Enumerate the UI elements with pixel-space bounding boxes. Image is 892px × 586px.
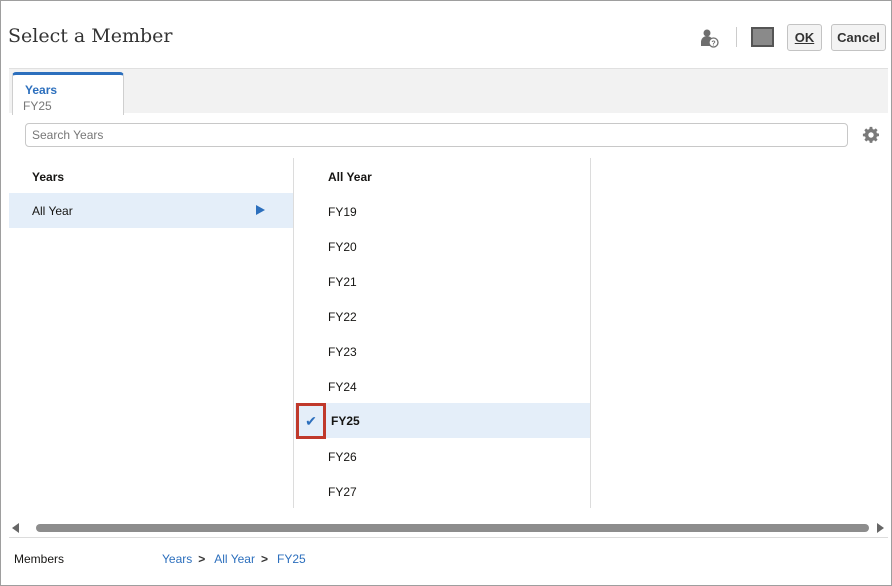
breadcrumb-item-fy25[interactable]: FY25 (277, 552, 306, 566)
list-item[interactable]: FY27 (295, 474, 590, 509)
breadcrumb-separator: > (260, 552, 268, 566)
list-item-label: FY19 (328, 204, 357, 219)
list-item[interactable]: FY19 (295, 194, 590, 229)
footer: Members Years > All Year > FY25 (9, 537, 888, 579)
breadcrumb-item-all-year[interactable]: All Year (214, 552, 255, 566)
column-header: Years (32, 170, 65, 184)
list-item-label: FY24 (328, 379, 357, 394)
list-item[interactable]: FY21 (295, 264, 590, 299)
list-item-label: FY27 (328, 484, 357, 499)
breadcrumb-item-years[interactable]: Years (162, 552, 192, 566)
list-item[interactable]: FY23 (295, 334, 590, 369)
list-item-label: FY26 (328, 449, 357, 464)
ok-button[interactable]: OK (787, 24, 822, 51)
color-swatch-button[interactable] (751, 27, 774, 47)
scroll-left-icon[interactable] (12, 523, 19, 533)
checkmark-icon[interactable]: ✔ (296, 403, 326, 439)
list-item-all-year[interactable]: All Year (9, 193, 293, 228)
list-item[interactable]: FY26 (295, 439, 590, 474)
gear-icon[interactable] (862, 126, 880, 144)
tab-title: Years (25, 83, 58, 97)
user-help-icon[interactable]: ? (699, 28, 719, 48)
members-label: Members (14, 552, 65, 566)
list-item[interactable]: FY24 (295, 369, 590, 404)
select-member-dialog: Select a Member ? OK Cancel Years FY25 Y… (0, 0, 892, 586)
years-column: Years All Year (9, 158, 294, 508)
dialog-title: Select a Member (8, 25, 173, 47)
column-header: All Year (328, 170, 372, 184)
search-input[interactable] (25, 123, 848, 147)
scroll-thumb[interactable] (36, 524, 869, 532)
horizontal-scrollbar[interactable] (9, 521, 888, 535)
scroll-right-icon[interactable] (877, 523, 884, 533)
list-item-label: FY23 (328, 344, 357, 359)
list-item[interactable]: FY20 (295, 229, 590, 264)
list-item[interactable]: FY22 (295, 299, 590, 334)
list-item-label: All Year (32, 203, 73, 218)
tab-years[interactable]: Years FY25 (12, 72, 124, 115)
list-item-label: FY20 (328, 239, 357, 254)
list-item-label: FY22 (328, 309, 357, 324)
cancel-button[interactable]: Cancel (831, 24, 886, 51)
all-year-column: All Year FY19 FY20 FY21 FY22 FY23 FY24 ✔… (295, 158, 591, 508)
expand-arrow-icon[interactable] (256, 205, 265, 215)
tab-value: FY25 (23, 99, 52, 113)
list-item-label: FY25 (331, 413, 360, 428)
list-item-fy25-selected[interactable]: ✔ FY25 (295, 403, 590, 439)
svg-text:?: ? (711, 41, 715, 48)
breadcrumb: Years > All Year > FY25 (162, 552, 306, 566)
dimension-tabbar: Years FY25 (9, 68, 888, 115)
breadcrumb-separator: > (198, 552, 206, 566)
list-item-label: FY21 (328, 274, 357, 289)
header-divider (736, 27, 737, 47)
